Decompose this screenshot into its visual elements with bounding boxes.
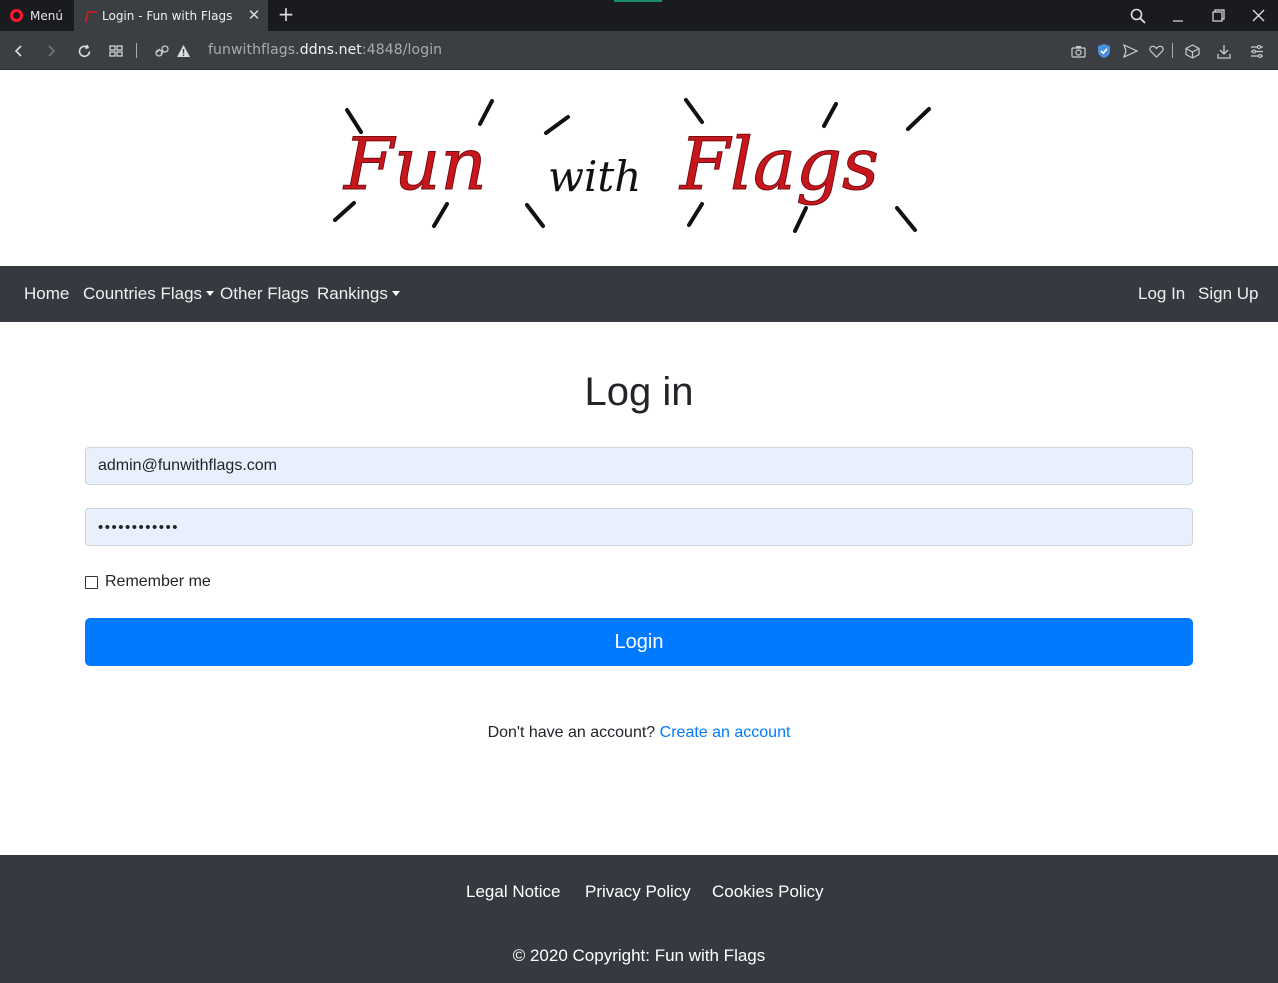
browser-addressbar: funwithflags.ddns.net:4848/login xyxy=(0,31,1278,70)
easy-setup-icon[interactable] xyxy=(1247,41,1267,61)
remember-me-label: Remember me xyxy=(105,573,211,590)
nav-other-flags[interactable]: Other Flags xyxy=(220,284,309,304)
adblock-shield-icon[interactable] xyxy=(1094,41,1114,61)
chevron-down-icon xyxy=(206,290,215,296)
url-field[interactable]: funwithflags.ddns.net:4848/login xyxy=(208,42,442,58)
footer-privacy-policy[interactable]: Privacy Policy xyxy=(585,882,691,902)
browser-menu-button[interactable]: Menú xyxy=(0,0,74,31)
forward-icon[interactable] xyxy=(40,40,62,62)
password-field[interactable]: •••••••••••• xyxy=(85,508,1193,546)
reload-icon[interactable] xyxy=(73,40,95,62)
chevron-down-icon xyxy=(391,290,400,296)
opera-icon xyxy=(10,9,23,22)
email-field[interactable]: admin@funwithflags.com xyxy=(85,447,1193,485)
toolbar-divider xyxy=(136,43,137,58)
signup-prompt-text: Don't have an account? xyxy=(487,724,656,741)
tab-close-icon[interactable]: ✕ xyxy=(246,6,262,24)
url-suffix: :4848/login xyxy=(361,42,443,58)
main-navbar: Home Countries Flags Other Flags Ranking… xyxy=(0,266,1278,322)
tab-accent-bar xyxy=(614,0,662,2)
url-domain: ddns.net xyxy=(299,42,362,58)
back-icon[interactable] xyxy=(8,40,30,62)
logo-word-fun: Fun xyxy=(342,122,487,206)
site-footer: Legal Notice Privacy Policy Cookies Poli… xyxy=(0,855,1278,983)
download-icon[interactable] xyxy=(1214,41,1234,61)
logo-word-flags: Flags xyxy=(678,122,879,206)
remember-me-checkbox[interactable] xyxy=(85,575,98,589)
warning-icon[interactable] xyxy=(172,40,194,62)
copyright: © 2020 Copyright: Fun with Flags xyxy=(512,946,766,965)
login-button[interactable]: Login xyxy=(85,618,1193,666)
send-icon[interactable] xyxy=(1120,41,1140,61)
site-logo[interactable]: Fun with Flags xyxy=(330,96,940,238)
browser-tab-active[interactable]: Login - Fun with Flags ✕ xyxy=(74,0,268,31)
nav-rankings-label: Rankings xyxy=(317,284,388,303)
new-tab-button[interactable]: + xyxy=(276,4,296,26)
nav-signup[interactable]: Sign Up xyxy=(1198,284,1258,304)
tab-title: Login - Fun with Flags xyxy=(102,8,233,23)
heart-icon[interactable] xyxy=(1146,41,1166,61)
nav-rankings[interactable]: Rankings xyxy=(317,284,400,304)
browser-menu-label: Menú xyxy=(30,8,63,23)
nav-login[interactable]: Log In xyxy=(1138,284,1185,304)
nav-home[interactable]: Home xyxy=(24,284,69,304)
minimize-icon[interactable] xyxy=(1158,0,1198,31)
create-account-link[interactable]: Create an account xyxy=(660,724,791,741)
signup-prompt: Don't have an account? Create an account xyxy=(0,724,1278,742)
browser-search-icon[interactable] xyxy=(1118,0,1158,31)
footer-cookies-policy[interactable]: Cookies Policy xyxy=(712,882,824,902)
remember-me[interactable]: Remember me xyxy=(85,573,211,591)
url-prefix: funwithflags. xyxy=(208,42,300,58)
restore-icon[interactable] xyxy=(1198,0,1238,31)
page-title: Log in xyxy=(584,370,694,414)
nav-countries-flags-label: Countries Flags xyxy=(83,284,203,303)
toolbar-divider-right xyxy=(1172,43,1173,58)
nav-countries-flags[interactable]: Countries Flags xyxy=(83,284,215,304)
speed-dial-icon[interactable] xyxy=(105,40,127,62)
window-close-icon[interactable] xyxy=(1238,0,1278,31)
crypto-wallet-icon[interactable] xyxy=(1182,41,1202,61)
logo-word-with: with xyxy=(548,152,641,201)
footer-legal-notice[interactable]: Legal Notice xyxy=(466,882,561,902)
browser-tabbar: Menú Login - Fun with Flags ✕ + xyxy=(0,0,1278,31)
snapshot-icon[interactable] xyxy=(1068,41,1088,61)
favicon-icon xyxy=(84,10,96,22)
link-broken-icon[interactable] xyxy=(151,40,173,62)
